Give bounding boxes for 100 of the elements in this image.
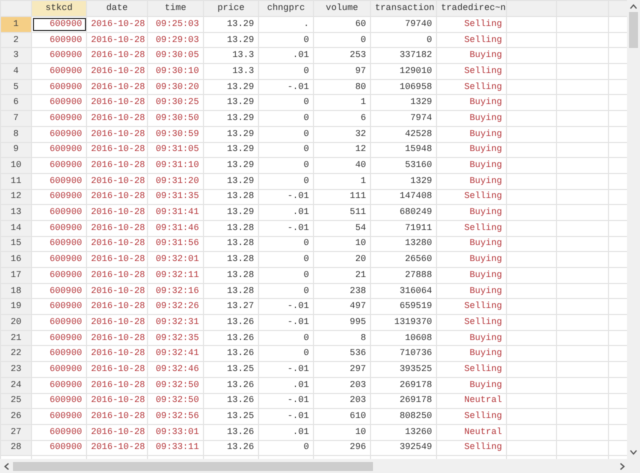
table-cell: 600900 bbox=[32, 362, 86, 378]
table-cell: 09:31:56 bbox=[148, 236, 204, 252]
table-cell: . bbox=[258, 16, 314, 32]
vertical-scrollbar[interactable] bbox=[627, 0, 640, 459]
table-cell: 600900 bbox=[32, 346, 86, 362]
table-cell: 600900 bbox=[32, 408, 86, 424]
row-number[interactable]: 8 bbox=[0, 126, 32, 142]
row-number[interactable]: 25 bbox=[0, 393, 32, 409]
row-number[interactable]: 2 bbox=[0, 32, 32, 48]
table-cell: 269178 bbox=[370, 377, 436, 393]
table-cell: 337182 bbox=[370, 48, 436, 64]
table-cell: 600900 bbox=[32, 268, 86, 284]
table-cell: 2016-10-28 bbox=[86, 408, 148, 424]
table-cell: 600900 bbox=[32, 142, 86, 158]
table-cell: 27888 bbox=[370, 268, 436, 284]
table-cell: Buying bbox=[436, 204, 506, 220]
table-cell: Buying bbox=[436, 268, 506, 284]
column-header[interactable]: transaction bbox=[370, 0, 436, 16]
table-cell: 2016-10-28 bbox=[86, 346, 148, 362]
table-cell: 2016-10-28 bbox=[86, 189, 148, 205]
table-cell: 13.28 bbox=[204, 252, 258, 268]
row-number[interactable]: 11 bbox=[0, 173, 32, 190]
table-cell: 600900 bbox=[32, 94, 86, 111]
row-number[interactable]: 23 bbox=[0, 362, 32, 378]
row-number[interactable]: 20 bbox=[0, 314, 32, 330]
table-cell: 1319370 bbox=[370, 314, 436, 330]
table-cell: 203 bbox=[314, 377, 370, 393]
table-cell: .01 bbox=[258, 204, 314, 220]
table-cell: Buying bbox=[436, 126, 506, 142]
table-cell: 1329 bbox=[370, 94, 436, 111]
row-number[interactable]: 6 bbox=[0, 94, 32, 111]
row-number[interactable]: 24 bbox=[0, 377, 32, 393]
row-number[interactable]: 13 bbox=[0, 204, 32, 220]
scroll-right-icon[interactable] bbox=[620, 462, 625, 470]
table-cell: Selling bbox=[436, 362, 506, 378]
table-cell: 09:32:50 bbox=[148, 377, 204, 393]
table-cell: 600900 bbox=[32, 32, 86, 48]
table-cell: 600900 bbox=[32, 189, 86, 205]
row-number[interactable]: 4 bbox=[0, 64, 32, 80]
table-cell: 60 bbox=[314, 16, 370, 32]
row-number[interactable]: 3 bbox=[0, 48, 32, 64]
table-cell: 2016-10-28 bbox=[86, 79, 148, 95]
table-cell: 0 bbox=[258, 142, 314, 158]
row-number[interactable]: 9 bbox=[0, 142, 32, 158]
table-cell: 129010 bbox=[370, 64, 436, 80]
table-cell: 20 bbox=[314, 252, 370, 268]
table-cell: Buying bbox=[436, 142, 506, 158]
scrollbar-thumb[interactable] bbox=[13, 462, 373, 470]
row-number[interactable]: 21 bbox=[0, 330, 32, 346]
table-cell: 12 bbox=[314, 142, 370, 158]
row-number[interactable]: 14 bbox=[0, 220, 32, 236]
table-cell: -.01 bbox=[258, 298, 314, 315]
table-cell: 600900 bbox=[32, 314, 86, 330]
table-cell: 0 bbox=[314, 32, 370, 48]
table-cell: 0 bbox=[258, 268, 314, 284]
table-cell: Buying bbox=[436, 236, 506, 252]
table-cell: 0 bbox=[258, 252, 314, 268]
column-header[interactable]: chngprc bbox=[258, 0, 314, 16]
table-cell: 09:32:01 bbox=[148, 252, 204, 268]
scroll-down-icon[interactable] bbox=[630, 450, 637, 455]
table-cell: 2016-10-28 bbox=[86, 204, 148, 220]
table-cell: 09:32:46 bbox=[148, 362, 204, 378]
column-header[interactable]: date bbox=[86, 0, 148, 16]
table-cell: 600900 bbox=[32, 283, 86, 299]
row-number[interactable]: 16 bbox=[0, 252, 32, 268]
table-cell: 2016-10-28 bbox=[86, 126, 148, 142]
table-cell: 09:30:59 bbox=[148, 126, 204, 142]
row-number[interactable]: 19 bbox=[0, 298, 32, 315]
horizontal-scrollbar[interactable] bbox=[0, 459, 627, 473]
table-cell: 600900 bbox=[32, 236, 86, 252]
row-number[interactable]: 22 bbox=[0, 346, 32, 362]
row-number[interactable]: 18 bbox=[0, 283, 32, 299]
row-number[interactable]: 7 bbox=[0, 110, 32, 126]
row-number[interactable]: 15 bbox=[0, 236, 32, 252]
table-cell: 13.29 bbox=[204, 16, 258, 32]
table-cell: 511 bbox=[314, 204, 370, 220]
table-cell: 1 bbox=[314, 94, 370, 111]
scroll-left-icon[interactable] bbox=[4, 462, 9, 470]
row-number[interactable]: 28 bbox=[0, 440, 32, 456]
row-number[interactable]: 5 bbox=[0, 79, 32, 95]
column-header[interactable]: price bbox=[204, 0, 258, 16]
column-header[interactable]: stkcd bbox=[32, 0, 86, 16]
row-number[interactable]: 12 bbox=[0, 189, 32, 205]
row-number[interactable]: 10 bbox=[0, 158, 32, 174]
table-cell: 09:32:31 bbox=[148, 314, 204, 330]
row-number[interactable]: 1 bbox=[0, 16, 32, 32]
row-number[interactable]: 17 bbox=[0, 268, 32, 284]
table-cell: 26560 bbox=[370, 252, 436, 268]
table-cell: Selling bbox=[436, 79, 506, 95]
row-number[interactable]: 27 bbox=[0, 424, 32, 440]
table-cell: 09:31:41 bbox=[148, 204, 204, 220]
row-number[interactable]: 26 bbox=[0, 408, 32, 424]
scrollbar-thumb[interactable] bbox=[629, 12, 638, 48]
column-header[interactable]: tradedirec~n bbox=[436, 0, 506, 16]
column-header[interactable]: volume bbox=[314, 0, 370, 16]
table-cell: 6 bbox=[314, 110, 370, 126]
table-cell: 2016-10-28 bbox=[86, 173, 148, 190]
column-header[interactable]: time bbox=[148, 0, 204, 16]
table-cell: 13.3 bbox=[204, 64, 258, 80]
scroll-up-icon[interactable] bbox=[630, 4, 637, 9]
